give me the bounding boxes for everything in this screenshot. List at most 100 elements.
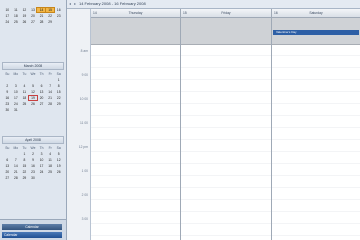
mini-calendar-day[interactable]: 31 (12, 108, 21, 112)
mini-calendar-day[interactable]: 29 (20, 176, 29, 180)
mini-calendar-day[interactable]: 17 (3, 14, 12, 18)
mini-calendar-day[interactable]: 15 (20, 164, 29, 168)
mini-calendar-day[interactable]: 12 (29, 90, 38, 94)
mini-calendar-day[interactable]: 10 (3, 8, 12, 12)
mini-calendar-day[interactable]: 11 (20, 90, 29, 94)
mini-calendar-day[interactable]: 22 (46, 14, 55, 18)
day-header[interactable]: 14 Thursday (91, 9, 180, 18)
mini-calendar-day[interactable]: 18 (46, 164, 55, 168)
mini-calendar-day[interactable]: 7 (12, 158, 21, 162)
calendar-event[interactable]: Valentine's Day (273, 30, 359, 35)
mini-calendar-day[interactable]: 27 (29, 20, 38, 24)
mini-calendar-day[interactable]: 20 (3, 170, 12, 174)
mini-calendar-day[interactable]: 6 (3, 158, 12, 162)
mini-calendar-day[interactable]: 3 (37, 152, 46, 156)
mini-calendar-day[interactable]: 8 (54, 84, 63, 88)
mini-calendar-day[interactable]: 4 (20, 84, 29, 88)
mini-calendar-day[interactable]: 10 (12, 90, 21, 94)
mini-calendar-day[interactable]: 21 (12, 170, 21, 174)
day-header[interactable]: 16 Saturday (272, 9, 360, 18)
mini-calendar-day[interactable]: 23 (29, 170, 38, 174)
day-header[interactable]: 15 Friday (181, 9, 271, 18)
mini-calendar-day[interactable]: 17 (37, 164, 46, 168)
mini-calendar-day[interactable]: 19 (54, 164, 63, 168)
mini-calendar-day[interactable]: 15 (44, 7, 56, 13)
mini-calendar-day[interactable]: 3 (12, 84, 21, 88)
mini-calendar-day[interactable]: 26 (54, 170, 63, 174)
mini-calendar-day[interactable]: 29 (46, 20, 55, 24)
mini-calendar-day[interactable]: 28 (12, 176, 21, 180)
mini-calendar-day[interactable]: 12 (54, 158, 63, 162)
mini-calendar-day[interactable]: 30 (29, 176, 38, 180)
mini-calendar-day[interactable]: 25 (20, 102, 29, 106)
mini-calendar-day[interactable]: 10 (37, 158, 46, 162)
mini-calendar-day[interactable]: 22 (54, 96, 63, 100)
mini-calendar-day[interactable]: 24 (3, 20, 12, 24)
mini-calendar-day[interactable]: 2 (3, 84, 12, 88)
mini-calendar-day[interactable]: 18 (20, 96, 29, 100)
mini-calendar-day[interactable]: 5 (29, 84, 38, 88)
mini-calendar-day[interactable]: 24 (37, 170, 46, 174)
mini-calendar-day[interactable]: 14 (12, 164, 21, 168)
mini-calendar-day[interactable]: 19 (20, 14, 29, 18)
mini-calendar-day[interactable]: 11 (12, 8, 21, 12)
day-column-saturday[interactable]: 16 Saturday Valentine's Day (272, 9, 360, 240)
mini-calendar-day[interactable]: 1 (54, 78, 63, 82)
mini-calendar-day[interactable]: 23 (3, 102, 12, 106)
time-slots[interactable] (91, 44, 180, 240)
mini-calendar-day[interactable]: 28 (46, 102, 55, 106)
all-day-area[interactable] (181, 18, 271, 45)
mini-calendar-day[interactable]: 16 (29, 164, 38, 168)
mini-calendar-day[interactable]: 21 (46, 96, 55, 100)
mini-calendar-day[interactable]: 14 (46, 90, 55, 94)
mini-calendar-day[interactable]: 4 (46, 152, 55, 156)
mini-calendar-day[interactable]: 24 (12, 102, 21, 106)
mini-calendar-day[interactable]: 22 (20, 170, 29, 174)
all-day-area[interactable]: Valentine's Day (272, 18, 360, 45)
mini-calendar-day[interactable]: 6 (37, 84, 46, 88)
time-slots[interactable] (181, 44, 271, 240)
mini-calendar-day (12, 78, 21, 82)
mini-calendar-day[interactable]: 19 (27, 95, 39, 101)
mini-calendar-day[interactable]: 20 (29, 14, 38, 18)
time-slots[interactable] (272, 44, 360, 240)
mini-calendar-day[interactable]: 11 (46, 158, 55, 162)
mini-calendar-day[interactable]: 27 (37, 102, 46, 106)
mini-calendar-day[interactable]: 2 (29, 152, 38, 156)
mini-calendar-day[interactable]: 15 (54, 90, 63, 94)
section-tab-calendar[interactable]: Calendar (2, 224, 62, 230)
mini-calendar-day[interactable]: 23 (54, 14, 63, 18)
mini-calendar-day[interactable]: 27 (3, 176, 12, 180)
mini-calendar-day[interactable]: 16 (3, 96, 12, 100)
mini-calendar-day[interactable]: 9 (3, 90, 12, 94)
mini-calendar-day[interactable]: 25 (46, 170, 55, 174)
mini-calendar-day[interactable]: 25 (12, 20, 21, 24)
mini-calendar-day[interactable]: 13 (37, 90, 46, 94)
time-label: 2 00 (81, 193, 88, 197)
mini-calendar-day[interactable]: 12 (20, 8, 29, 12)
date-nav-arrows-icon[interactable]: ◂ ▸ (69, 1, 77, 6)
mini-calendar-day[interactable]: 28 (37, 20, 46, 24)
mini-calendar-day[interactable]: 21 (37, 14, 46, 18)
mini-calendar-day[interactable]: 16 (54, 8, 63, 12)
mini-calendar-day[interactable]: 14 (36, 7, 47, 13)
mini-calendar-day[interactable]: 29 (54, 102, 63, 106)
mini-calendar-day[interactable]: 5 (54, 152, 63, 156)
day-column-friday[interactable]: 15 Friday (181, 9, 272, 240)
mini-calendar-day[interactable]: 8 (20, 158, 29, 162)
mini-calendar-day[interactable]: 17 (12, 96, 21, 100)
mini-calendar-day[interactable]: 7 (46, 84, 55, 88)
mini-calendar-day[interactable]: 1 (20, 152, 29, 156)
calendar-nav-button[interactable]: Calendar (2, 232, 62, 238)
mini-calendar-day[interactable]: 9 (29, 158, 38, 162)
all-day-area[interactable] (91, 18, 180, 45)
mini-calendar-day[interactable]: 26 (20, 20, 29, 24)
mini-calendar-day[interactable]: 18 (12, 14, 21, 18)
mini-calendar-day[interactable]: 13 (29, 8, 38, 12)
mini-calendar-day (37, 78, 46, 82)
day-column-thursday[interactable]: 14 Thursday (91, 9, 181, 240)
mini-calendar-day[interactable]: 30 (3, 108, 12, 112)
mini-calendar-day[interactable]: 26 (29, 102, 38, 106)
mini-calendar-day[interactable]: 20 (37, 96, 46, 100)
mini-calendar-day[interactable]: 13 (3, 164, 12, 168)
